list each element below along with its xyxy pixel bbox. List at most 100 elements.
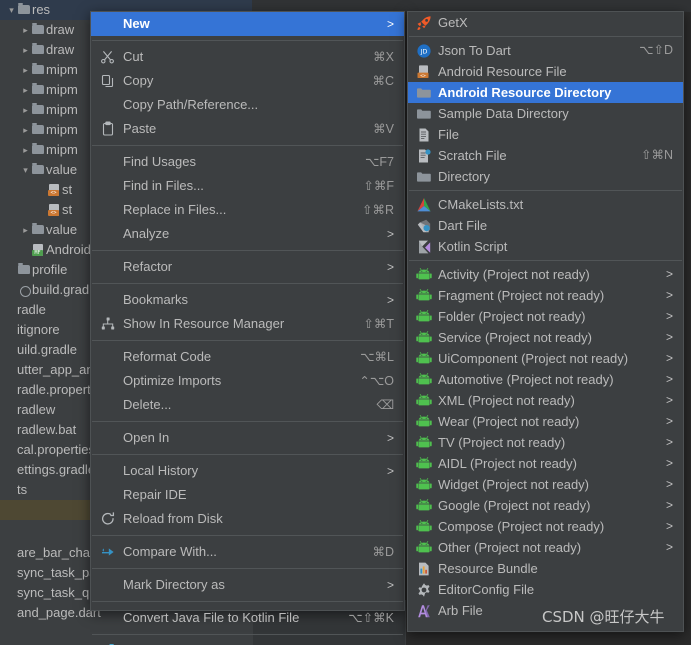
gradle-icon bbox=[17, 280, 32, 300]
new-submenu[interactable]: GetX JD Json To Dart ⌥⇧D <> Android Resource … bbox=[407, 11, 684, 632]
tree-row-label: Android bbox=[46, 242, 91, 257]
chevron-down-icon[interactable]: ▾ bbox=[20, 160, 31, 180]
submenu-item[interactable]: Fragment (Project not ready) > bbox=[408, 285, 683, 306]
folder-icon bbox=[17, 0, 32, 20]
android-icon bbox=[415, 285, 433, 306]
submenu-item[interactable]: Kotlin Script bbox=[408, 236, 683, 257]
submenu-item[interactable]: Google (Project not ready) > bbox=[408, 495, 683, 516]
menu-item-label: Other (Project not ready) bbox=[438, 540, 582, 555]
chevron-down-icon[interactable]: ▾ bbox=[6, 0, 17, 20]
context-menu-item[interactable]: Replace in Files... ⇧⌘R bbox=[91, 198, 404, 222]
kotlin-icon bbox=[415, 236, 433, 257]
submenu-item[interactable]: Dart File bbox=[408, 215, 683, 236]
android-icon bbox=[415, 264, 433, 285]
submenu-item[interactable]: XML (Project not ready) > bbox=[408, 390, 683, 411]
context-menu-item[interactable]: Cut ⌘X bbox=[91, 45, 404, 69]
context-menu-item[interactable]: Convert Java File to Kotlin File ⌥⇧⌘K bbox=[91, 606, 404, 630]
submenu-item[interactable]: Activity (Project not ready) > bbox=[408, 264, 683, 285]
submenu-item[interactable]: Resource Bundle bbox=[408, 558, 683, 579]
folder-icon bbox=[31, 100, 46, 120]
context-menu-item[interactable]: Delete... ⌫ bbox=[91, 393, 404, 417]
context-menu-item[interactable]: Mark Directory as > bbox=[91, 573, 404, 597]
chevron-right-icon: > bbox=[665, 372, 673, 386]
menu-item-label: Bookmarks bbox=[123, 292, 189, 307]
resource-bundle-icon bbox=[415, 558, 433, 579]
folder-icon bbox=[31, 140, 46, 160]
compare-icon bbox=[99, 540, 117, 564]
context-menu-item[interactable]: Find Usages ⌥F7 bbox=[91, 150, 404, 174]
submenu-item[interactable]: Scratch File ⇧⌘N bbox=[408, 145, 683, 166]
submenu-item[interactable]: <> Android Resource File bbox=[408, 61, 683, 82]
menu-item-label: Analyze bbox=[123, 226, 170, 241]
tree-row-label: ts bbox=[17, 482, 28, 497]
menu-item-label: Reload from Disk bbox=[123, 511, 223, 526]
submenu-item[interactable]: Folder (Project not ready) > bbox=[408, 306, 683, 327]
submenu-item[interactable]: Widget (Project not ready) > bbox=[408, 474, 683, 495]
chevron-right-icon: > bbox=[386, 431, 394, 445]
tree-row-label: radle bbox=[17, 302, 46, 317]
context-menu-item[interactable]: New > bbox=[91, 12, 404, 36]
android-icon bbox=[415, 537, 433, 558]
context-menu-item[interactable]: Optimize Imports ⌃⌥O bbox=[91, 369, 404, 393]
chevron-right-icon[interactable]: ▸ bbox=[20, 20, 31, 40]
menu-separator bbox=[92, 568, 403, 569]
menu-item-label: File bbox=[438, 127, 459, 142]
context-menu-item[interactable]: Reload from Disk bbox=[91, 507, 404, 531]
chevron-right-icon: > bbox=[665, 414, 673, 428]
context-menu[interactable]: New > Cut ⌘X Copy ⌘C Copy Path/Reference... Pas… bbox=[90, 11, 405, 645]
context-menu-item[interactable]: Reformat Code ⌥⌘L bbox=[91, 345, 404, 369]
submenu-item[interactable]: File bbox=[408, 124, 683, 145]
submenu-item[interactable]: Sample Data Directory bbox=[408, 103, 683, 124]
context-menu-item[interactable]: Flutter > bbox=[91, 639, 404, 645]
submenu-item[interactable]: AIDL (Project not ready) > bbox=[408, 453, 683, 474]
menu-shortcut: ⌫ bbox=[376, 398, 394, 412]
submenu-item[interactable]: EditorConfig File bbox=[408, 579, 683, 600]
menu-item-label: Compose (Project not ready) bbox=[438, 519, 605, 534]
context-menu-item[interactable]: Open In > bbox=[91, 426, 404, 450]
android-icon bbox=[415, 495, 433, 516]
context-menu-item[interactable]: Repair IDE bbox=[91, 483, 404, 507]
tree-row-label: draw bbox=[46, 42, 75, 57]
context-menu-item[interactable]: Analyze > bbox=[91, 222, 404, 246]
submenu-item[interactable]: Directory bbox=[408, 166, 683, 187]
context-menu-item[interactable]: Local History > bbox=[91, 459, 404, 483]
context-menu-item[interactable]: Paste ⌘V bbox=[91, 117, 404, 141]
context-menu-item[interactable]: Copy ⌘C bbox=[91, 69, 404, 93]
chevron-right-icon[interactable]: ▸ bbox=[20, 140, 31, 160]
context-menu-item[interactable]: Find in Files... ⇧⌘F bbox=[91, 174, 404, 198]
folder-icon bbox=[31, 60, 46, 80]
menu-item-label: Activity (Project not ready) bbox=[438, 267, 590, 282]
chevron-right-icon[interactable]: ▸ bbox=[20, 100, 31, 120]
context-menu-item[interactable]: Bookmarks > bbox=[91, 288, 404, 312]
tree-row-label: uild.gradle bbox=[17, 342, 77, 357]
menu-separator bbox=[92, 340, 403, 341]
submenu-item[interactable]: Compose (Project not ready) > bbox=[408, 516, 683, 537]
tree-row-label: mipm bbox=[46, 82, 78, 97]
menu-separator bbox=[92, 250, 403, 251]
submenu-item[interactable]: CMakeLists.txt bbox=[408, 194, 683, 215]
chevron-right-icon[interactable]: ▸ bbox=[20, 80, 31, 100]
submenu-item[interactable]: Other (Project not ready) > bbox=[408, 537, 683, 558]
chevron-right-icon[interactable]: ▸ bbox=[20, 220, 31, 240]
chevron-right-icon[interactable]: ▸ bbox=[20, 60, 31, 80]
submenu-item[interactable]: Wear (Project not ready) > bbox=[408, 411, 683, 432]
menu-item-label: Delete... bbox=[123, 397, 172, 412]
context-menu-item[interactable]: Refactor > bbox=[91, 255, 404, 279]
submenu-item[interactable]: Service (Project not ready) > bbox=[408, 327, 683, 348]
xml-resource-icon: <> bbox=[47, 180, 62, 200]
submenu-item[interactable]: GetX bbox=[408, 12, 683, 33]
menu-separator bbox=[92, 601, 403, 602]
submenu-item[interactable]: Automotive (Project not ready) > bbox=[408, 369, 683, 390]
chevron-right-icon[interactable]: ▸ bbox=[20, 120, 31, 140]
submenu-item[interactable]: UiComponent (Project not ready) > bbox=[408, 348, 683, 369]
submenu-item[interactable]: TV (Project not ready) > bbox=[408, 432, 683, 453]
menu-item-label: Reformat Code bbox=[123, 349, 212, 364]
context-menu-item[interactable]: Compare With... ⌘D bbox=[91, 540, 404, 564]
android-icon bbox=[415, 516, 433, 537]
context-menu-item[interactable]: Copy Path/Reference... bbox=[91, 93, 404, 117]
submenu-item[interactable]: Android Resource Directory bbox=[408, 82, 683, 103]
dart-icon bbox=[415, 215, 433, 236]
submenu-item[interactable]: JD Json To Dart ⌥⇧D bbox=[408, 40, 683, 61]
chevron-right-icon[interactable]: ▸ bbox=[20, 40, 31, 60]
context-menu-item[interactable]: Show In Resource Manager ⇧⌘T bbox=[91, 312, 404, 336]
